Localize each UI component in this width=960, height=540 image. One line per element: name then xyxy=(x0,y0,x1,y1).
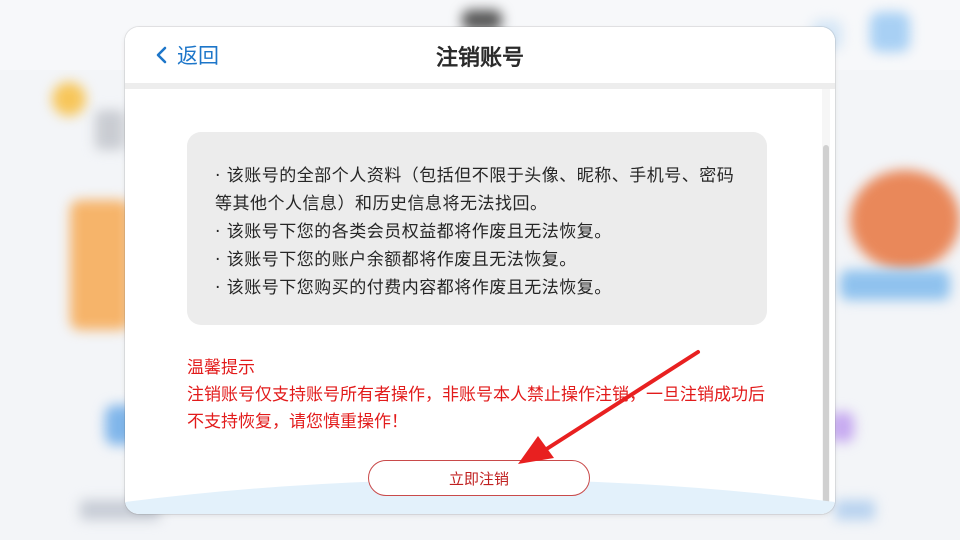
background-blur-shape xyxy=(840,270,950,300)
background-blur-shape xyxy=(95,110,125,150)
cancel-account-dialog: 返回 注销账号 · 该账号的全部个人资料（包括但不限于头像、昵称、手机号、密码等… xyxy=(125,27,835,514)
info-box: · 该账号的全部个人资料（包括但不限于头像、昵称、手机号、密码等其他个人信息）和… xyxy=(187,132,767,325)
warning-title: 温馨提示 xyxy=(187,358,255,378)
info-item: · 该账号下您的各类会员权益都将作废且无法恢复。 xyxy=(215,222,612,242)
confirm-cancel-account-button[interactable]: 立即注销 xyxy=(368,460,590,496)
background-blur-shape xyxy=(70,200,130,330)
scrollbar-thumb[interactable] xyxy=(823,145,829,514)
page-title: 注销账号 xyxy=(435,46,524,71)
info-item: · 该账号下您购买的付费内容都将作废且无法恢复。 xyxy=(215,278,612,298)
warning-text: 注销账号仅支持账号所有者操作，非账号本人禁止操作注销，一旦注销成功后不支持恢复，… xyxy=(187,385,765,432)
warning-notice: 温馨提示 注销账号仅支持账号所有者操作，非账号本人禁止操作注销，一旦注销成功后不… xyxy=(187,355,777,436)
background-blur-shape xyxy=(52,82,86,116)
background-blur-shape xyxy=(835,500,875,520)
dialog-header: 返回 注销账号 xyxy=(125,27,835,83)
background-blur-shape xyxy=(850,170,960,270)
background-blur-shape xyxy=(870,12,910,52)
info-item: · 该账号下您的账户余额都将作废且无法恢复。 xyxy=(215,250,577,270)
info-item: · 该账号的全部个人资料（包括但不限于头像、昵称、手机号、密码等其他个人信息）和… xyxy=(215,166,735,214)
